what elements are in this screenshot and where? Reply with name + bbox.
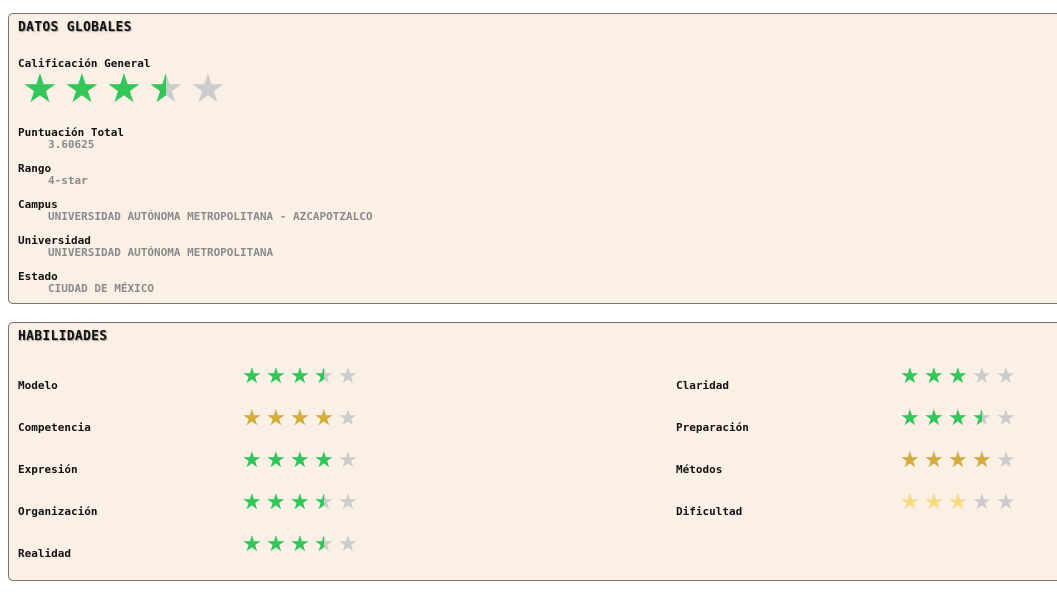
skills-title: HABILIDADES bbox=[18, 329, 108, 344]
star-icon: ★★ bbox=[924, 364, 944, 389]
star-icon: ★ bbox=[996, 364, 1016, 389]
star-icon: ★★ bbox=[266, 532, 286, 557]
star-icon: ★★ bbox=[314, 448, 334, 473]
star-icon: ★★ bbox=[948, 364, 968, 389]
star-icon: ★ bbox=[338, 364, 358, 389]
rank-label: Rango bbox=[18, 162, 52, 175]
star-icon: ★★ bbox=[266, 406, 286, 431]
star-icon: ★★ bbox=[900, 490, 920, 515]
star-icon: ★★ bbox=[900, 406, 920, 431]
star-icon: ★ bbox=[996, 448, 1016, 473]
star-icon: ★★ bbox=[242, 364, 262, 389]
star-icon: ★★ bbox=[266, 448, 286, 473]
skill-label-preparacion: Preparación bbox=[676, 421, 749, 434]
skill-label-dificultad: Dificultad bbox=[676, 505, 743, 518]
star-icon: ★★ bbox=[972, 448, 992, 473]
university-value: UNIVERSIDAD AUTÓNOMA METROPOLITANA bbox=[48, 246, 274, 259]
star-icon: ★★ bbox=[948, 448, 968, 473]
star-icon: ★★ bbox=[948, 406, 968, 431]
star-icon: ★ bbox=[338, 490, 358, 515]
skill-stars-organizacion: ★ ★ ★ ★ ★ ★ ★ ★ ★ bbox=[242, 490, 362, 515]
star-icon: ★ bbox=[996, 406, 1016, 431]
star-icon: ★ bbox=[972, 490, 992, 515]
star-icon: ★★ bbox=[242, 406, 262, 431]
star-icon: ★★ bbox=[242, 532, 262, 557]
global-data-title: DATOS GLOBALES bbox=[18, 20, 132, 35]
star-icon: ★★ bbox=[924, 406, 944, 431]
star-icon: ★★ bbox=[148, 66, 184, 112]
star-icon: ★★ bbox=[900, 364, 920, 389]
star-icon: ★ bbox=[996, 490, 1016, 515]
campus-value: UNIVERSIDAD AUTÓNOMA METROPOLITANA - AZC… bbox=[48, 210, 373, 223]
star-icon: ★★ bbox=[972, 406, 992, 431]
star-icon: ★★ bbox=[314, 532, 334, 557]
star-icon: ★ bbox=[338, 532, 358, 557]
total-score-value: 3.60625 bbox=[48, 138, 95, 151]
skill-stars-metodos: ★ ★ ★ ★ ★ ★ ★ ★ ★ bbox=[900, 448, 1020, 473]
star-icon: ★★ bbox=[924, 448, 944, 473]
skill-label-claridad: Claridad bbox=[676, 379, 729, 392]
skill-label-metodos: Métodos bbox=[676, 463, 723, 476]
star-icon: ★ bbox=[338, 406, 358, 431]
state-value: CIUDAD DE MÉXICO bbox=[48, 282, 154, 295]
star-icon: ★★ bbox=[314, 490, 334, 515]
star-icon: ★★ bbox=[290, 364, 310, 389]
skill-label-expresion: Expresión bbox=[18, 463, 78, 476]
star-icon: ★ bbox=[338, 448, 358, 473]
skill-stars-expresion: ★ ★ ★ ★ ★ ★ ★ ★ ★ bbox=[242, 448, 362, 473]
global-data-panel: DATOS GLOBALES Calificación General ★ ★ ★ ★… bbox=[8, 13, 1057, 304]
star-icon: ★ bbox=[190, 66, 226, 112]
skills-panel: HABILIDADES Modelo ★ ★ ★ ★ ★ ★ ★ ★ ★ Competencia… bbox=[8, 322, 1057, 581]
skill-stars-claridad: ★ ★ ★ ★ ★ ★ ★ ★ bbox=[900, 364, 1020, 389]
star-icon: ★★ bbox=[900, 448, 920, 473]
star-icon: ★★ bbox=[22, 66, 58, 112]
star-icon: ★★ bbox=[290, 532, 310, 557]
star-icon: ★★ bbox=[242, 490, 262, 515]
skill-label-organizacion: Organización bbox=[18, 505, 98, 518]
star-icon: ★★ bbox=[106, 66, 142, 112]
skill-label-competencia: Competencia bbox=[18, 421, 91, 434]
skill-stars-realidad: ★ ★ ★ ★ ★ ★ ★ ★ ★ bbox=[242, 532, 362, 557]
star-icon: ★★ bbox=[266, 364, 286, 389]
star-icon: ★★ bbox=[64, 66, 100, 112]
star-icon: ★★ bbox=[242, 448, 262, 473]
star-icon: ★★ bbox=[266, 490, 286, 515]
overall-rating-stars: ★★★★★★★★★ bbox=[22, 66, 232, 112]
skill-stars-dificultad: ★ ★ ★ ★ ★ ★ ★ ★ bbox=[900, 490, 1020, 515]
rank-value: 4-star bbox=[48, 174, 88, 187]
star-icon: ★★ bbox=[290, 406, 310, 431]
skill-stars-modelo: ★ ★ ★ ★ ★ ★ ★ ★ ★ bbox=[242, 364, 362, 389]
star-icon: ★★ bbox=[290, 448, 310, 473]
star-icon: ★★ bbox=[924, 490, 944, 515]
star-icon: ★★ bbox=[314, 364, 334, 389]
skill-stars-preparacion: ★ ★ ★ ★ ★ ★ ★ ★ ★ bbox=[900, 406, 1020, 431]
star-icon: ★★ bbox=[290, 490, 310, 515]
star-icon: ★★ bbox=[948, 490, 968, 515]
star-icon: ★ bbox=[972, 364, 992, 389]
skill-stars-competencia: ★ ★ ★ ★ ★ ★ ★ ★ ★ bbox=[242, 406, 362, 431]
skill-label-modelo: Modelo bbox=[18, 379, 58, 392]
skill-label-realidad: Realidad bbox=[18, 547, 71, 560]
star-icon: ★★ bbox=[314, 406, 334, 431]
